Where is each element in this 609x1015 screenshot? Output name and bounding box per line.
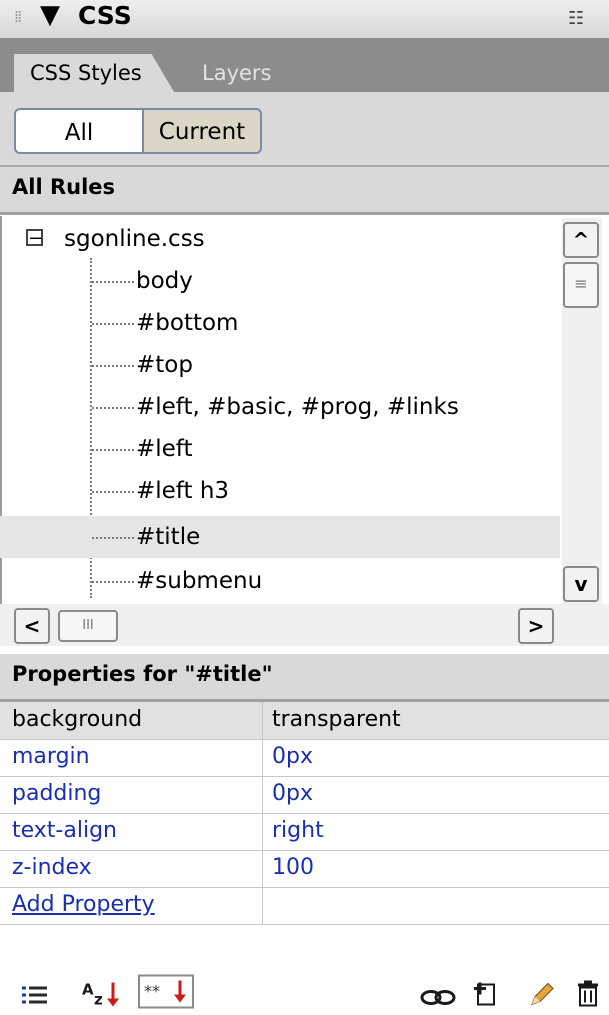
current-mode-button[interactable]: Current: [144, 108, 262, 154]
property-name[interactable]: z-index: [12, 850, 92, 886]
svg-text:**: **: [144, 982, 160, 1001]
tree-item-label: #left h3: [136, 478, 230, 504]
tree-item-selected[interactable]: #title: [0, 516, 560, 558]
scroll-left-button[interactable]: <: [14, 608, 50, 644]
new-css-rule-icon[interactable]: [470, 976, 500, 1011]
scroll-up-button[interactable]: ^: [563, 222, 599, 258]
tree-branch-line: [92, 407, 134, 409]
column-divider: [262, 887, 263, 924]
tree-item[interactable]: #left h3: [0, 470, 560, 512]
property-value[interactable]: right: [272, 813, 324, 849]
add-property-link[interactable]: Add Property: [12, 887, 155, 923]
column-divider: [262, 813, 263, 850]
tab-strip: CSS Styles Layers: [0, 38, 609, 92]
tree-item[interactable]: body: [0, 260, 560, 302]
property-value[interactable]: 100: [272, 850, 314, 886]
property-value[interactable]: transparent: [272, 702, 401, 738]
bottom-toolbar: A z **: [0, 974, 609, 1009]
all-mode-button[interactable]: All: [14, 108, 144, 154]
properties-header: Properties for "#title": [0, 654, 609, 702]
tree-item[interactable]: #submenu: [0, 560, 560, 602]
show-alphabetical-view-icon[interactable]: A z: [80, 976, 122, 1011]
tree-item[interactable]: #left, #basic, #prog, #links: [0, 386, 560, 428]
property-name[interactable]: text-align: [12, 813, 117, 849]
tree-item-label: #bottom: [136, 310, 239, 336]
property-row[interactable]: z-index 100: [0, 850, 609, 888]
edit-style-icon[interactable]: [526, 976, 556, 1011]
tree-item-label: #left: [136, 436, 193, 462]
svg-text:A: A: [82, 981, 94, 999]
scroll-right-button[interactable]: >: [518, 608, 554, 644]
tree-item[interactable]: #left: [0, 428, 560, 470]
property-name[interactable]: background: [12, 702, 142, 738]
column-divider: [262, 776, 263, 813]
tree-item-label: #submenu: [136, 568, 263, 594]
panel-grip-icon[interactable]: ⁞⁞: [14, 6, 26, 28]
tree-branch-line: [92, 281, 134, 283]
show-category-view-icon[interactable]: [20, 978, 50, 1013]
attach-style-sheet-icon[interactable]: [420, 980, 456, 1015]
tab-layers[interactable]: Layers: [202, 54, 272, 92]
tree-branch-line: [92, 491, 134, 493]
show-set-properties-icon[interactable]: **: [138, 974, 194, 1009]
column-divider: [262, 850, 263, 887]
panel-options-menu-icon[interactable]: ☷: [568, 8, 584, 29]
scroll-down-button[interactable]: v: [563, 566, 599, 602]
property-value[interactable]: 0px: [272, 776, 313, 812]
property-row[interactable]: background transparent: [0, 702, 609, 740]
tree-branch-line: [92, 537, 134, 539]
tree-root-stylesheet[interactable]: sgonline.css: [64, 218, 205, 260]
tree-item-label: #title: [136, 524, 201, 550]
property-row[interactable]: text-align right: [0, 813, 609, 851]
svg-text:z: z: [94, 991, 103, 1009]
tab-css-styles[interactable]: CSS Styles: [14, 54, 174, 92]
column-divider: [262, 739, 263, 776]
tree-branch-line: [92, 449, 134, 451]
delete-css-rule-icon[interactable]: [574, 976, 602, 1011]
property-name[interactable]: padding: [12, 776, 101, 812]
tree-item-label: body: [136, 268, 193, 294]
tree-branch-line: [92, 365, 134, 367]
tree-item[interactable]: #bottom: [0, 302, 560, 344]
column-divider: [262, 702, 263, 739]
all-rules-header: All Rules: [0, 167, 609, 215]
panel-title[interactable]: CSS: [78, 2, 132, 30]
vertical-scroll-thumb[interactable]: ≡: [563, 262, 599, 308]
property-value[interactable]: 0px: [272, 739, 313, 775]
tree-item-label: #top: [136, 352, 193, 378]
property-row[interactable]: padding 0px: [0, 776, 609, 814]
tree-branch-line: [92, 323, 134, 325]
mode-toggle-row: All Current: [0, 92, 609, 167]
horizontal-scroll-thumb[interactable]: III: [58, 610, 118, 642]
collapse-toggle-icon[interactable]: −: [26, 229, 43, 248]
add-property-row[interactable]: Add Property: [0, 887, 609, 925]
panel-title-bar: ⁞⁞ ▼ CSS ☷: [0, 0, 609, 38]
collapse-arrow-icon[interactable]: ▼: [40, 2, 60, 28]
property-name[interactable]: margin: [12, 739, 90, 775]
tree-item-label: #left, #basic, #prog, #links: [136, 394, 459, 420]
property-row[interactable]: margin 0px: [0, 739, 609, 777]
tree-branch-line: [92, 581, 134, 583]
tree-item[interactable]: #top: [0, 344, 560, 386]
